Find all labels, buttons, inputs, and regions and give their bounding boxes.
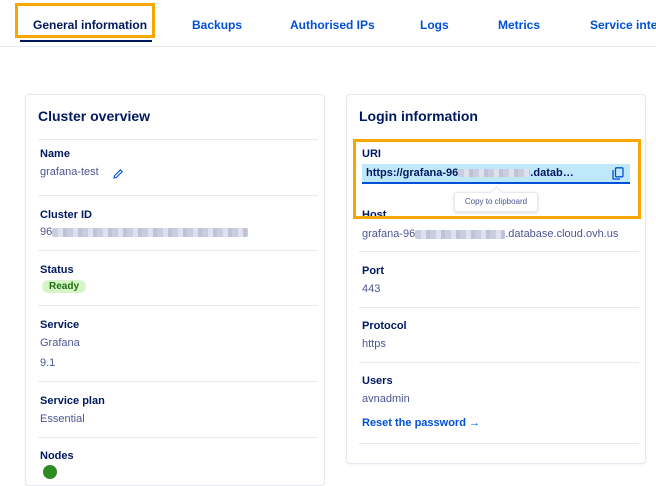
service-label: Service [40, 319, 80, 331]
pencil-icon[interactable] [112, 168, 124, 180]
status-label: Status [40, 264, 74, 276]
tab-bar: General information Backups Authorised I… [0, 0, 656, 47]
tab-backups[interactable]: Backups [192, 18, 242, 32]
login-information-title: Login information [359, 108, 478, 124]
name-label: Name [40, 148, 70, 160]
users-value: avnadmin [362, 393, 410, 405]
tab-metrics[interactable]: Metrics [498, 18, 540, 32]
service-plan-label: Service plan [40, 395, 105, 407]
redacted-block [415, 229, 506, 239]
redacted-block [52, 227, 249, 237]
divider [359, 362, 639, 363]
tab-general-information[interactable]: General information [33, 18, 147, 32]
service-plan-value: Essential [40, 413, 85, 425]
node-status-icon [43, 465, 57, 479]
cluster-overview-card: Cluster overview Name grafana-test Clust… [25, 94, 325, 486]
status-badge: Ready [42, 280, 87, 293]
divider [38, 381, 318, 382]
divider [38, 305, 318, 306]
name-value: grafana-test [40, 166, 99, 178]
tab-logs[interactable]: Logs [420, 18, 449, 32]
highlight-frame-uri [353, 139, 641, 219]
reset-password-link[interactable]: Reset the password → [362, 417, 480, 429]
divider [359, 307, 639, 308]
service-version: 9.1 [40, 357, 56, 369]
cluster-overview-title: Cluster overview [38, 108, 151, 124]
divider [38, 139, 318, 140]
divider [359, 251, 639, 252]
divider [38, 250, 318, 251]
users-label: Users [362, 375, 393, 387]
cluster-id-value: 96 [40, 226, 249, 238]
protocol-value: https [362, 338, 386, 350]
divider [38, 437, 318, 438]
divider [359, 443, 639, 444]
port-label: Port [362, 265, 384, 277]
tab-service-integrations[interactable]: Service integ [590, 18, 656, 32]
protocol-label: Protocol [362, 320, 407, 332]
nodes-label: Nodes [40, 450, 74, 462]
active-tab-indicator [20, 40, 152, 42]
cluster-id-label: Cluster ID [40, 209, 92, 221]
tab-authorised-ips[interactable]: Authorised IPs [290, 18, 375, 32]
divider [38, 195, 318, 196]
port-value: 443 [362, 283, 381, 295]
service-value: Grafana [40, 337, 80, 349]
host-value: grafana-96 .database.cloud.ovh.us [362, 228, 619, 240]
